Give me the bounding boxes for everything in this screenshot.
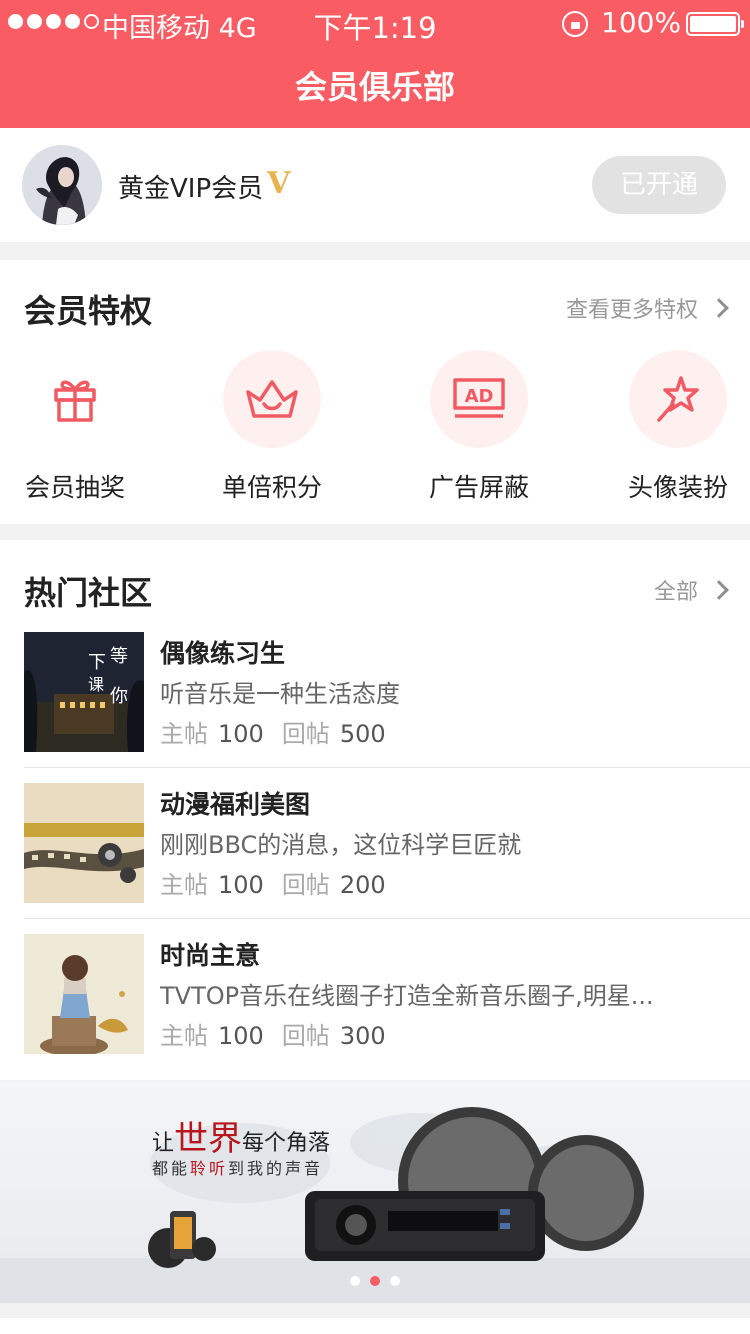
posts-label: 主帖 xyxy=(160,871,208,899)
replies-label: 回帖 xyxy=(281,720,330,748)
svg-text:AD: AD xyxy=(465,386,494,407)
community-item[interactable]: 下 等 课 你 偶像练习生 听音乐是一种生活态度 主帖 100 回帖 500 xyxy=(24,632,750,782)
activated-button[interactable]: 已开通 xyxy=(592,156,726,214)
battery-percent: 100% xyxy=(601,6,682,39)
replies-label: 回帖 xyxy=(281,871,330,899)
svg-text:等: 等 xyxy=(110,646,128,667)
community-all-label: 全部 xyxy=(653,580,698,605)
community-desc: 刚刚BBC的消息，这位科学巨匠就 xyxy=(160,831,522,859)
posts-count: 100 xyxy=(218,720,264,748)
banner-slogan-1: 让世界每个角落 xyxy=(152,1119,331,1159)
community-item[interactable]: 时尚主意 TVTOP音乐在线圈子打造全新音乐圈子,明星... 主帖 100 回帖 30… xyxy=(24,934,750,1084)
privilege-label: 会员抽奖 xyxy=(24,473,125,502)
privilege-lottery[interactable]: 会员抽奖 xyxy=(0,350,155,504)
community-stats: 主帖 100 回帖 200 xyxy=(160,865,404,900)
privilege-label: 广告屏蔽 xyxy=(428,473,529,502)
rotation-lock-icon xyxy=(562,11,588,37)
replies-count: 500 xyxy=(339,720,386,748)
community-name: 偶像练习生 xyxy=(160,639,286,668)
carousel-dot-active[interactable] xyxy=(370,1276,380,1286)
svg-text:课: 课 xyxy=(88,675,104,694)
ad-block-icon: AD xyxy=(430,350,528,448)
hot-community-section: 热门社区 全部 下 等 课 你 偶像练习生 听音乐是一种生活态度 主帖 100 … xyxy=(0,540,750,1080)
vip-badge-icon: V xyxy=(267,166,291,201)
replies-label: 回帖 xyxy=(281,1022,330,1050)
community-stats: 主帖 100 回帖 300 xyxy=(160,1016,404,1051)
community-name: 动漫福利美图 xyxy=(160,790,311,819)
more-privileges-link[interactable]: 查看更多特权 xyxy=(565,292,729,324)
battery-icon xyxy=(686,12,744,36)
promo-banner[interactable]: 让世界每个角落 都能聆听到我的声音 xyxy=(0,1083,750,1303)
privileges-title: 会员特权 xyxy=(24,292,153,330)
header: 中国移动 4G 下午1:19 100% 会员俱乐部 xyxy=(0,0,750,128)
privileges-section: 会员特权 查看更多特权 会员抽奖 单倍积分 AD 广告屏蔽 头像装扮 xyxy=(0,260,750,524)
crown-icon xyxy=(223,350,321,448)
community-all-link[interactable]: 全部 xyxy=(653,574,729,606)
more-privileges-label: 查看更多特权 xyxy=(565,298,698,323)
chevron-right-icon xyxy=(709,580,729,600)
privilege-label: 头像装扮 xyxy=(627,473,728,502)
gift-icon xyxy=(26,350,124,448)
community-desc: 听音乐是一种生活态度 xyxy=(160,680,400,708)
posts-count: 100 xyxy=(218,1022,264,1050)
magic-wand-icon xyxy=(629,350,727,448)
carousel-dots xyxy=(0,1276,750,1286)
privilege-avatar-decor[interactable]: 头像装扮 xyxy=(598,350,750,504)
next-section-edge xyxy=(0,1318,750,1334)
member-level: 黄金VIP会员 xyxy=(118,174,264,204)
svg-text:下: 下 xyxy=(88,652,106,673)
community-title: 热门社区 xyxy=(24,574,153,612)
community-thumbnail: 下 等 课 你 xyxy=(24,632,144,752)
status-bar: 中国移动 4G 下午1:19 100% xyxy=(0,0,750,48)
avatar[interactable] xyxy=(22,145,102,225)
banner-slogan-2: 都能聆听到我的声音 xyxy=(152,1159,324,1178)
member-club-page: 中国移动 4G 下午1:19 100% 会员俱乐部 黄金VIP会员 V 已开通 … xyxy=(0,0,750,1334)
community-item[interactable]: 动漫福利美图 刚刚BBC的消息，这位科学巨匠就 主帖 100 回帖 200 xyxy=(24,783,750,933)
replies-count: 200 xyxy=(339,871,386,899)
divider xyxy=(24,918,750,919)
carousel-dot[interactable] xyxy=(350,1276,360,1286)
community-desc: TVTOP音乐在线圈子打造全新音乐圈子,明星... xyxy=(160,982,654,1010)
banner-artwork xyxy=(0,1107,750,1303)
posts-label: 主帖 xyxy=(160,720,208,748)
community-stats: 主帖 100 回帖 500 xyxy=(160,714,404,749)
posts-label: 主帖 xyxy=(160,1022,208,1050)
replies-count: 300 xyxy=(339,1022,386,1050)
svg-text:你: 你 xyxy=(110,686,128,707)
community-thumbnail xyxy=(24,934,144,1054)
divider xyxy=(24,767,750,768)
privilege-ad-block[interactable]: AD 广告屏蔽 xyxy=(399,350,559,504)
carousel-dot[interactable] xyxy=(390,1276,400,1286)
chevron-right-icon xyxy=(709,298,729,318)
community-name: 时尚主意 xyxy=(160,941,261,970)
community-thumbnail xyxy=(24,783,144,903)
posts-count: 100 xyxy=(218,871,264,899)
privilege-points[interactable]: 单倍积分 xyxy=(192,350,352,504)
member-card: 黄金VIP会员 V 已开通 xyxy=(0,128,750,242)
privilege-label: 单倍积分 xyxy=(221,473,322,502)
page-title: 会员俱乐部 xyxy=(294,68,455,106)
